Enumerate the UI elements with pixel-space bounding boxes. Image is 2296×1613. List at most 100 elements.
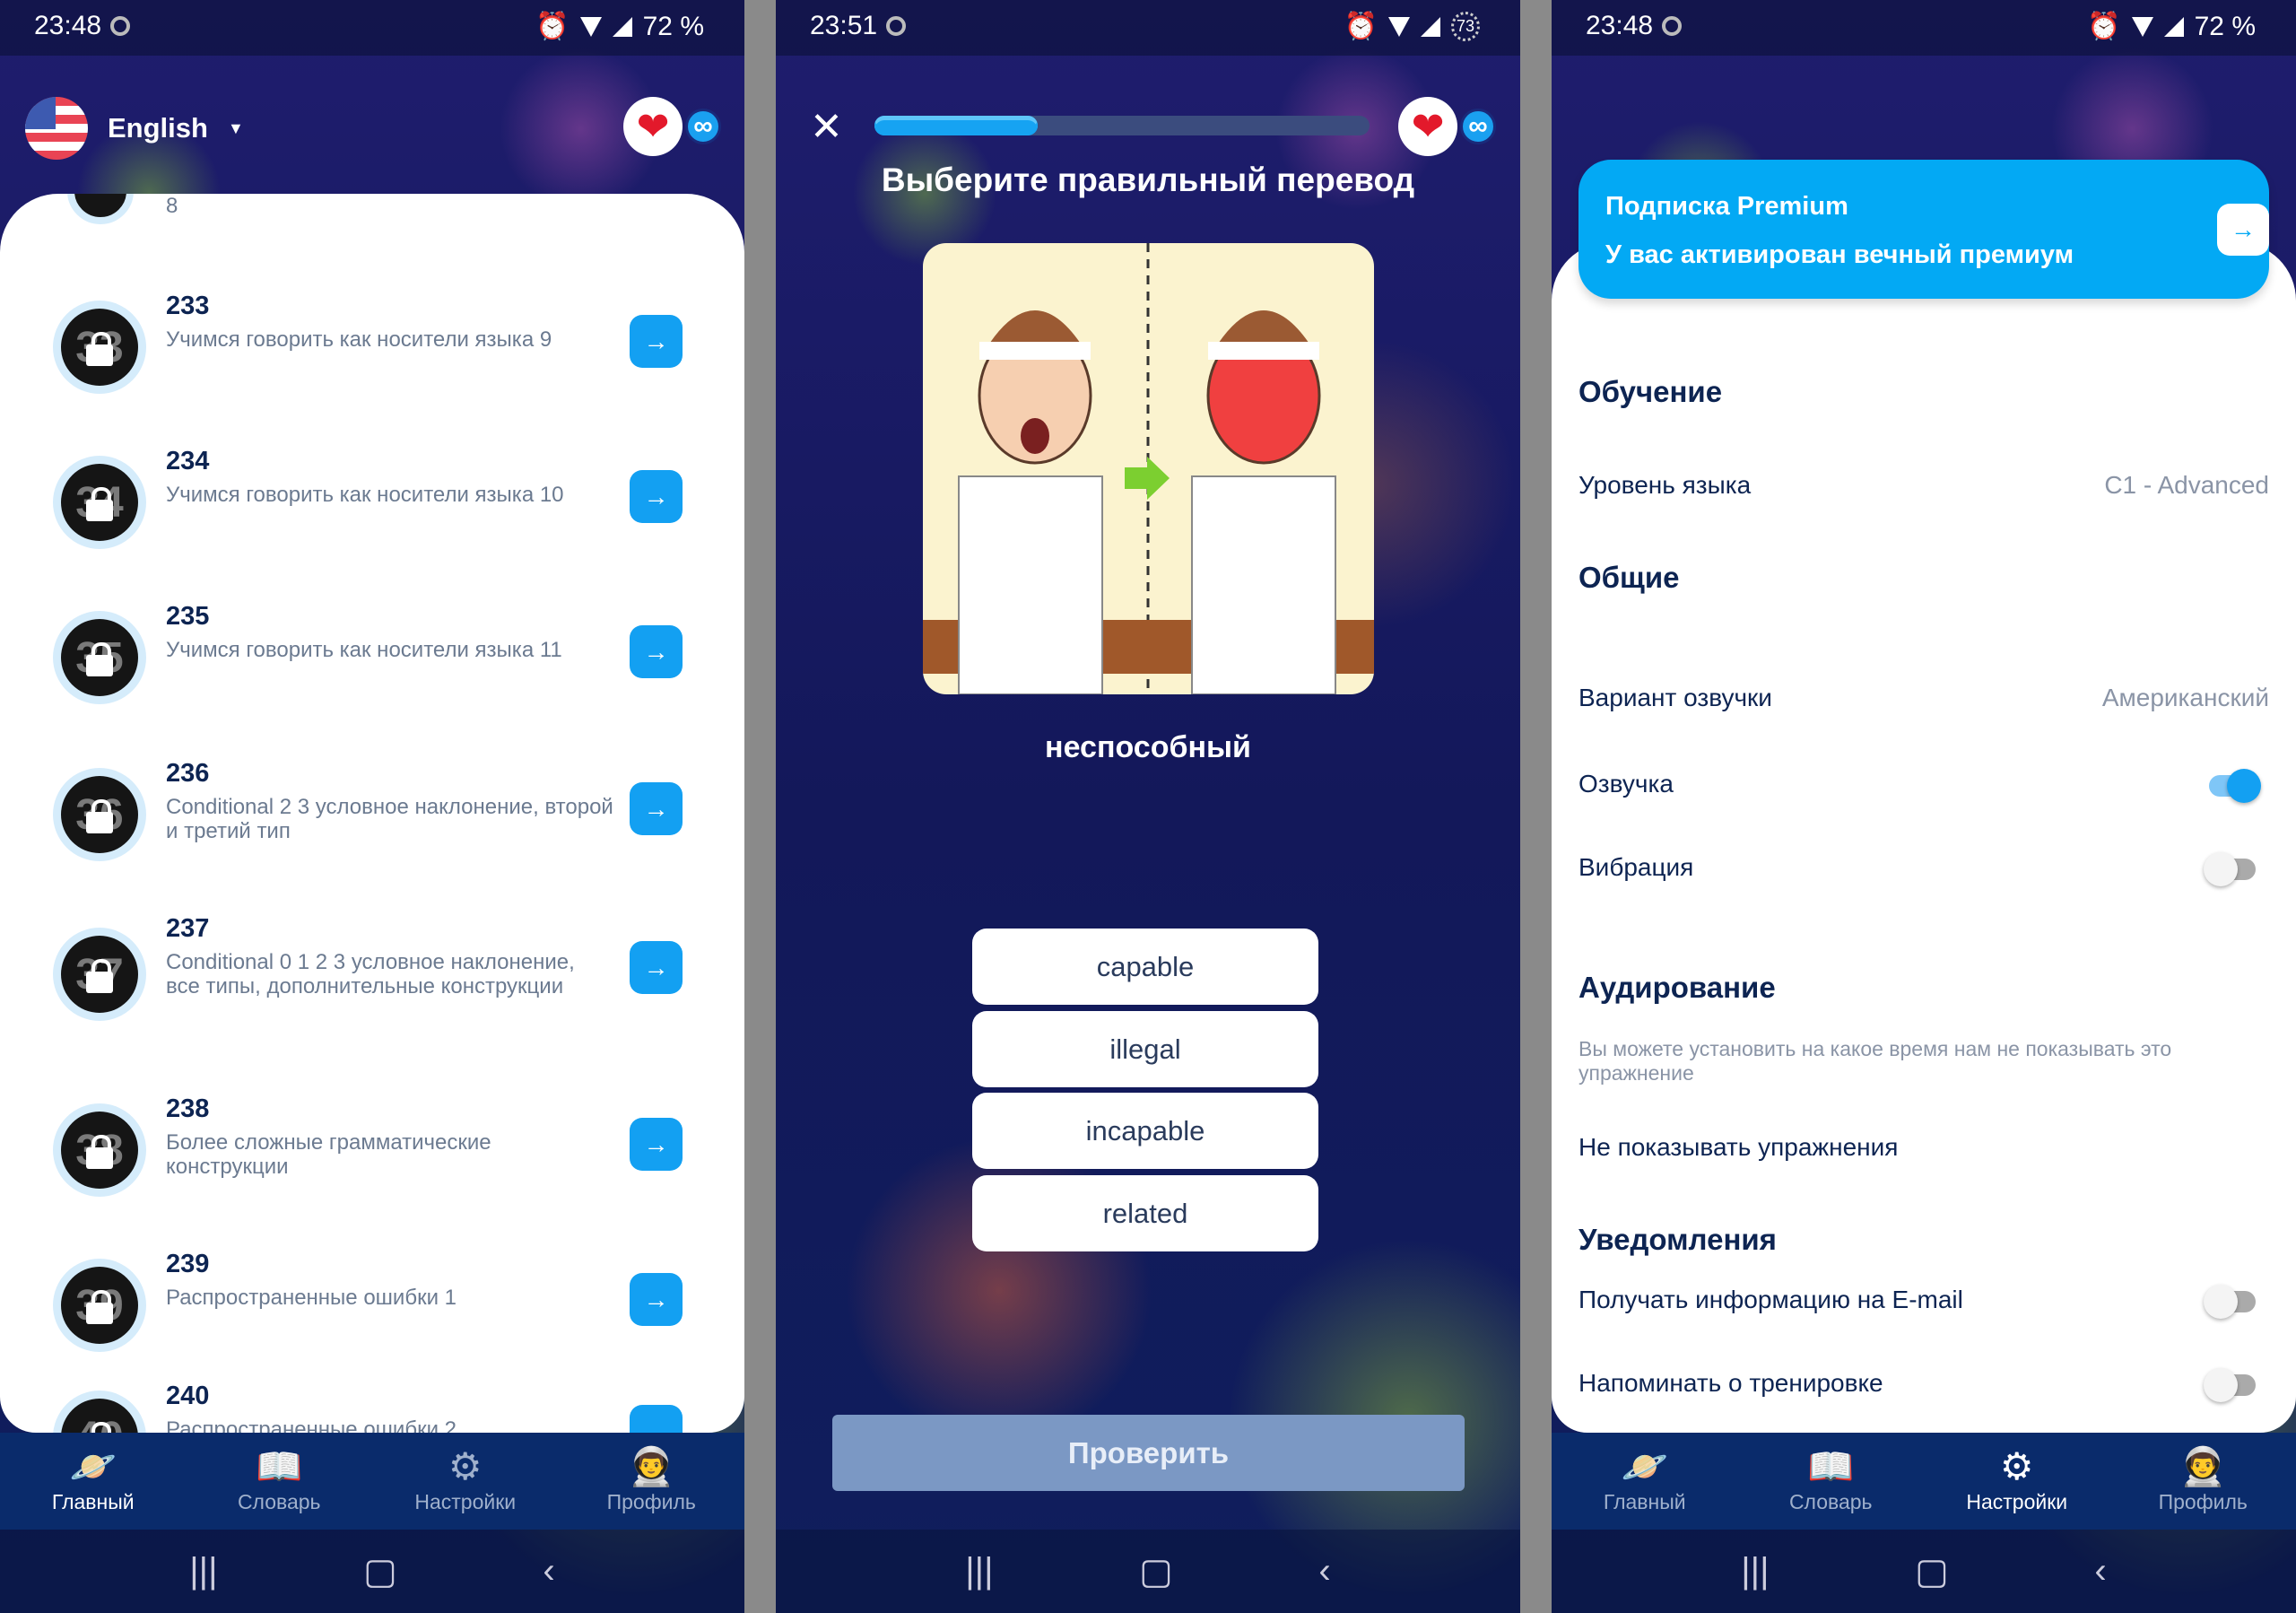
option-illegal[interactable]: illegal <box>972 1011 1318 1087</box>
lesson-number: 236 <box>166 759 210 788</box>
close-icon[interactable]: ✕ <box>810 104 843 150</box>
lock-icon <box>86 1290 113 1324</box>
lesson-title: Распространенные ошибки 2 <box>166 1417 457 1433</box>
sound-toggle[interactable] <box>2209 769 2261 803</box>
tab-dictionary[interactable]: 📖 Словарь <box>1738 1433 1925 1530</box>
lesson-item[interactable]: 38 238 Более сложные грамматические конс… <box>0 1094 744 1229</box>
recents-icon[interactable]: ||| <box>189 1551 217 1591</box>
alarm-icon: ⏰ <box>2087 12 2121 41</box>
open-lesson-button[interactable]: → <box>630 941 683 994</box>
section-notifications: Уведомления <box>1578 1223 1777 1256</box>
signal-icon <box>1420 16 1440 37</box>
tab-settings[interactable]: ⚙ Настройки <box>1924 1433 2110 1530</box>
arrow-right-icon[interactable]: → <box>2217 204 2269 256</box>
open-lesson-button[interactable]: → <box>630 782 683 835</box>
vibration-label: Вибрация <box>1578 853 1694 881</box>
lesson-item[interactable]: 39 239 Распространенные ошибки 1 → <box>0 1250 744 1384</box>
open-lesson-button[interactable]: → <box>630 470 683 523</box>
back-icon[interactable]: ‹ <box>2094 1551 2106 1591</box>
tab-dictionary[interactable]: 📖 Словарь <box>187 1433 373 1530</box>
lesson-item[interactable]: 40 240 Распространенные ошибки 2 → <box>0 1382 744 1433</box>
lock-icon <box>86 959 113 993</box>
infinity-lives-badge: ∞ <box>685 109 721 144</box>
tab-profile[interactable]: 👨‍🚀 Профиль <box>559 1433 745 1530</box>
quiz-screen: 23:51 ⏰ 73 ✕ ❤ ∞ Выберите правильный пере… <box>776 0 1520 1613</box>
voice-label[interactable]: Вариант озвучки <box>1578 684 1772 712</box>
lesson-item[interactable]: 34 234 Учимся говорить как носители язык… <box>0 447 744 581</box>
arrow-right-icon: → <box>643 1129 669 1158</box>
vibration-toggle[interactable] <box>2204 852 2256 886</box>
email-toggle[interactable] <box>2204 1285 2256 1319</box>
lesson-number: 238 <box>166 1094 210 1123</box>
infinity-lives-badge: ∞ <box>1460 109 1496 144</box>
lesson-title: Учимся говорить как носители языка 11 <box>166 638 562 662</box>
lesson-number: 233 <box>166 292 210 320</box>
level-label[interactable]: Уровень языка <box>1578 471 1751 500</box>
remind-toggle[interactable] <box>2204 1368 2256 1402</box>
lesson-number: 239 <box>166 1250 210 1278</box>
us-flag-icon <box>25 97 88 160</box>
wifi-icon <box>1387 16 1410 37</box>
hide-exercises-row[interactable]: Не показывать упражнения <box>1578 1133 1898 1162</box>
arrow-right-icon: → <box>643 327 669 355</box>
tab-home[interactable]: 🪐 Главный <box>0 1433 187 1530</box>
clock: 23:48 <box>34 11 102 40</box>
lesson-list[interactable]: 8 33 233 Учимся говорить как носители яз… <box>0 194 744 1433</box>
language-selector[interactable]: English ▼ <box>25 97 244 160</box>
recents-icon[interactable]: ||| <box>1741 1551 1769 1591</box>
home-icon[interactable]: ▢ <box>363 1551 397 1592</box>
lesson-badge: 37 <box>53 928 146 1021</box>
home-icon[interactable]: ▢ <box>1915 1551 1949 1592</box>
lesson-item[interactable]: 35 235 Учимся говорить как носители язык… <box>0 602 744 737</box>
bottom-nav: 🪐 Главный 📖 Словарь ⚙ Настройки 👨‍🚀 Профиль <box>1552 1433 2296 1530</box>
check-button[interactable]: Проверить <box>832 1415 1465 1491</box>
lesson-item[interactable]: 37 237 Conditional 0 1 2 3 условное накл… <box>0 914 744 1049</box>
option-capable[interactable]: capable <box>972 929 1318 1005</box>
option-incapable[interactable]: incapable <box>972 1093 1318 1169</box>
progress-fill <box>874 116 1039 135</box>
astronaut-icon: 👨‍🚀 <box>628 1445 675 1487</box>
listening-description: Вы можете установить на какое время нам … <box>1578 1037 2172 1085</box>
sound-label: Озвучка <box>1578 770 1674 798</box>
voice-value[interactable]: Американский <box>2102 684 2269 712</box>
arrow-right-icon: → <box>643 637 669 666</box>
lesson-badge: 36 <box>53 768 146 861</box>
tab-home[interactable]: 🪐 Главный <box>1552 1433 1738 1530</box>
tab-label: Главный <box>51 1490 135 1513</box>
alarm-icon: ⏰ <box>1344 12 1378 41</box>
system-nav: ||| ▢ ‹ <box>0 1530 744 1613</box>
open-lesson-button[interactable]: → <box>630 1405 683 1433</box>
chevron-down-icon: ▼ <box>227 118 244 137</box>
back-icon[interactable]: ‹ <box>1318 1551 1330 1591</box>
open-lesson-button[interactable]: → <box>630 625 683 678</box>
home-icon[interactable]: ▢ <box>1139 1551 1173 1592</box>
option-related[interactable]: related <box>972 1175 1318 1251</box>
clock: 23:51 <box>810 11 878 40</box>
open-lesson-button[interactable]: → <box>630 1273 683 1326</box>
back-icon[interactable]: ‹ <box>543 1551 554 1591</box>
arrow-right-icon: → <box>643 482 669 510</box>
heart-icon[interactable]: ❤ <box>623 97 683 156</box>
lesson-title: Более сложные грамматические конструкции <box>166 1130 491 1179</box>
section-learning: Обучение <box>1578 375 1723 408</box>
sync-icon <box>110 16 131 36</box>
tab-label: Профиль <box>606 1490 696 1513</box>
signal-icon <box>2163 16 2184 37</box>
tab-profile[interactable]: 👨‍🚀 Профиль <box>2110 1433 2296 1530</box>
home-screen: 23:48 ⏰ 72 % English ▼ ❤ ∞ 8 33 233 Учимс… <box>0 0 744 1613</box>
level-value[interactable]: C1 - Advanced <box>2104 471 2269 500</box>
open-lesson-button[interactable]: → <box>630 315 683 368</box>
wifi-icon <box>579 16 602 37</box>
book-icon: 📖 <box>1807 1445 1855 1487</box>
lesson-item[interactable]: 33 233 Учимся говорить как носители язык… <box>0 292 744 426</box>
tab-settings[interactable]: ⚙ Настройки <box>372 1433 559 1530</box>
lesson-badge: 33 <box>53 301 146 394</box>
heart-icon[interactable]: ❤ <box>1398 97 1457 156</box>
status-bar: 23:51 ⏰ 73 <box>776 0 1520 56</box>
lesson-item[interactable]: 36 236 Conditional 2 3 условное наклонен… <box>0 759 744 894</box>
recents-icon[interactable]: ||| <box>965 1551 993 1591</box>
premium-card[interactable]: Подписка Premium У вас активирован вечны… <box>1578 160 2269 299</box>
system-nav: ||| ▢ ‹ <box>1552 1530 2296 1613</box>
tab-label: Главный <box>1603 1490 1686 1513</box>
open-lesson-button[interactable]: → <box>630 1118 683 1171</box>
